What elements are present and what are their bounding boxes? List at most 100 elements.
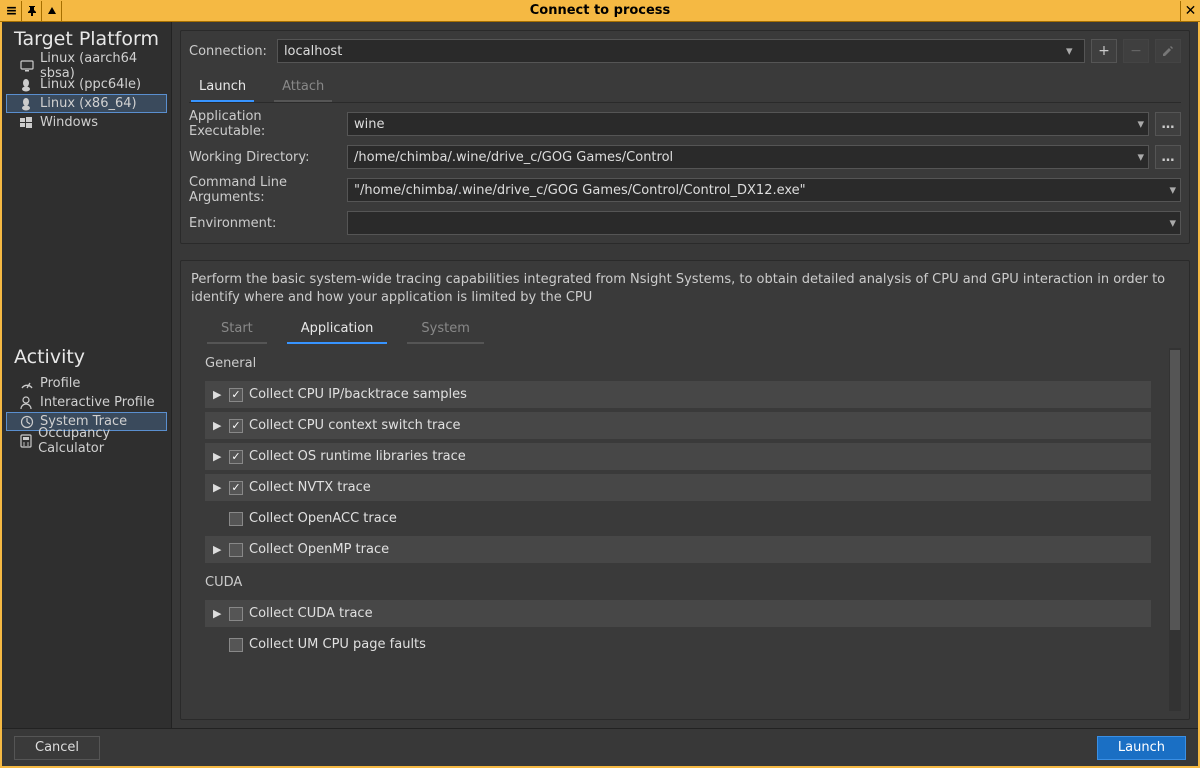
connection-select[interactable]: localhost ▾: [277, 39, 1085, 63]
option-checkbox[interactable]: [229, 607, 243, 621]
env-input[interactable]: ▾: [347, 211, 1181, 235]
option-row[interactable]: Collect UM CPU page faults: [205, 631, 1151, 658]
platform-header: Target Platform: [2, 22, 171, 54]
user-icon: [20, 396, 34, 410]
pin-icon[interactable]: [22, 1, 42, 21]
add-connection-button[interactable]: +: [1091, 39, 1117, 63]
connection-tabs: Launch Attach: [189, 69, 1181, 103]
calc-icon: [20, 434, 32, 448]
activity-panel: Perform the basic system-wide tracing ca…: [180, 260, 1190, 720]
tux-icon: [20, 97, 34, 111]
wd-input[interactable]: /home/chimba/.wine/drive_c/GOG Games/Con…: [347, 145, 1149, 169]
chevron-down-icon: ▾: [1066, 44, 1080, 58]
option-row[interactable]: ▶ Collect OpenMP trace: [205, 536, 1151, 563]
exe-input[interactable]: wine ▾: [347, 112, 1149, 136]
args-input[interactable]: "/home/chimba/.wine/drive_c/GOG Games/Co…: [347, 178, 1181, 202]
activity-item-label: Occupancy Calculator: [38, 426, 161, 456]
option-row[interactable]: ▶ Collect NVTX trace: [205, 474, 1151, 501]
option-checkbox[interactable]: [229, 450, 243, 464]
option-label: Collect CPU IP/backtrace samples: [249, 387, 467, 402]
activity-header: Activity: [2, 340, 171, 372]
expand-arrow-icon[interactable]: ▶: [213, 481, 223, 494]
option-group-label: CUDA: [189, 567, 1167, 596]
cancel-button[interactable]: Cancel: [14, 736, 100, 760]
footer: Cancel Launch: [2, 728, 1198, 766]
option-row[interactable]: ▶ Collect CPU IP/backtrace samples: [205, 381, 1151, 408]
option-row[interactable]: ▶ Collect CUDA trace: [205, 600, 1151, 627]
platform-item-label: Linux (x86_64): [40, 96, 137, 111]
option-label: Collect OS runtime libraries trace: [249, 449, 466, 464]
connection-label: Connection:: [189, 44, 271, 59]
left-sidebar: Target Platform Linux (aarch64 sbsa)Linu…: [2, 22, 172, 728]
expand-arrow-icon[interactable]: ▶: [213, 543, 223, 556]
monitor-icon: [20, 60, 34, 72]
chevron-down-icon: ▾: [1169, 183, 1176, 198]
menu-icon[interactable]: ≡: [2, 1, 22, 21]
launch-button[interactable]: Launch: [1097, 736, 1186, 760]
exe-label: Application Executable:: [189, 109, 341, 139]
option-checkbox[interactable]: [229, 481, 243, 495]
remove-connection-button: −: [1123, 39, 1149, 63]
activity-item-label: Interactive Profile: [40, 395, 155, 410]
option-label: Collect CUDA trace: [249, 606, 373, 621]
option-group-label: General: [189, 348, 1167, 377]
option-row[interactable]: ▶ Collect OS runtime libraries trace: [205, 443, 1151, 470]
connection-value: localhost: [284, 44, 342, 59]
platform-list: Linux (aarch64 sbsa)Linux (ppc64le)Linux…: [2, 54, 171, 140]
expand-arrow-icon[interactable]: ▶: [213, 388, 223, 401]
expand-arrow-icon[interactable]: ▶: [213, 450, 223, 463]
scrollbar-thumb[interactable]: [1170, 350, 1180, 630]
up-icon[interactable]: [42, 1, 62, 21]
platform-item[interactable]: Windows: [6, 113, 167, 132]
edit-connection-button: [1155, 39, 1181, 63]
option-checkbox[interactable]: [229, 388, 243, 402]
platform-item[interactable]: Linux (aarch64 sbsa): [6, 56, 167, 75]
chevron-down-icon: ▾: [1169, 216, 1176, 231]
platform-item-label: Linux (ppc64le): [40, 77, 141, 92]
tab-launch[interactable]: Launch: [191, 75, 254, 102]
option-label: Collect OpenACC trace: [249, 511, 397, 526]
platform-item-label: Windows: [40, 115, 98, 130]
env-label: Environment:: [189, 216, 341, 231]
args-label: Command Line Arguments:: [189, 175, 341, 205]
subtab-start[interactable]: Start: [207, 317, 267, 344]
platform-item[interactable]: Linux (x86_64): [6, 94, 167, 113]
chevron-down-icon: ▾: [1137, 117, 1144, 132]
wd-label: Working Directory:: [189, 150, 341, 165]
window-title: Connect to process: [0, 3, 1200, 18]
connection-panel: Connection: localhost ▾ + − Launch Attac…: [180, 30, 1190, 244]
trace-icon: [20, 415, 34, 429]
options-list: General ▶ Collect CPU IP/backtrace samples…: [189, 348, 1167, 711]
option-checkbox[interactable]: [229, 638, 243, 652]
activity-item[interactable]: Occupancy Calculator: [6, 431, 167, 450]
option-checkbox[interactable]: [229, 512, 243, 526]
activity-list: ProfileInteractive ProfileSystem TraceOc…: [2, 372, 171, 458]
option-checkbox[interactable]: [229, 419, 243, 433]
scrollbar[interactable]: [1169, 348, 1181, 711]
option-label: Collect CPU context switch trace: [249, 418, 461, 433]
activity-item-label: Profile: [40, 376, 80, 391]
option-label: Collect UM CPU page faults: [249, 637, 426, 652]
chevron-down-icon: ▾: [1137, 150, 1144, 165]
option-checkbox[interactable]: [229, 543, 243, 557]
subtab-application[interactable]: Application: [287, 317, 388, 344]
platform-item-label: Linux (aarch64 sbsa): [40, 51, 161, 81]
activity-item[interactable]: Interactive Profile: [6, 393, 167, 412]
tab-attach[interactable]: Attach: [274, 75, 332, 102]
option-label: Collect NVTX trace: [249, 480, 371, 495]
option-row[interactable]: ▶ Collect CPU context switch trace: [205, 412, 1151, 439]
option-label: Collect OpenMP trace: [249, 542, 389, 557]
activity-subtabs: Start Application System: [189, 313, 1181, 344]
gauge-icon: [20, 378, 34, 390]
activity-item[interactable]: Profile: [6, 374, 167, 393]
subtab-system[interactable]: System: [407, 317, 483, 344]
option-row[interactable]: Collect OpenACC trace: [205, 505, 1151, 532]
close-icon[interactable]: ✕: [1180, 1, 1200, 21]
expand-arrow-icon[interactable]: ▶: [213, 419, 223, 432]
exe-browse-button[interactable]: …: [1155, 112, 1181, 136]
activity-description: Perform the basic system-wide tracing ca…: [189, 269, 1181, 313]
titlebar: ≡ Connect to process ✕: [0, 0, 1200, 22]
expand-arrow-icon[interactable]: ▶: [213, 607, 223, 620]
tux-icon: [20, 78, 34, 92]
wd-browse-button[interactable]: …: [1155, 145, 1181, 169]
